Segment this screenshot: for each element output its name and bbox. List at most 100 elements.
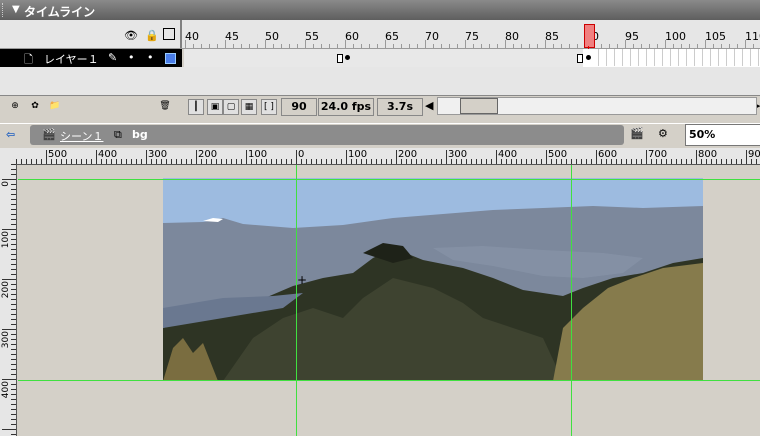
bg-landscape-image[interactable] <box>163 178 703 381</box>
frame-rate-box[interactable]: 24.0 fps <box>318 98 374 116</box>
breadcrumb-scene[interactable]: シーン１ <box>60 128 103 144</box>
edit-multiple-frames-icon[interactable]: ▦ <box>241 99 257 115</box>
lock-icon[interactable]: 🔒 <box>145 29 159 42</box>
ruler-v-label: 200 <box>1 281 11 299</box>
add-layer-icon[interactable]: ⊕ <box>8 99 22 113</box>
collapse-triangle-icon[interactable]: ▼ <box>12 4 20 15</box>
ruler-v-tick <box>11 249 16 250</box>
frame-number-label: 80 <box>505 30 519 43</box>
ruler-h-tick <box>561 159 562 164</box>
ruler-h-tick <box>331 159 332 164</box>
guide-horizontal[interactable] <box>18 380 760 381</box>
back-arrow-icon[interactable]: ⇦ <box>6 128 15 141</box>
empty-frame-cell[interactable] <box>679 49 687 66</box>
onion-markers-icon[interactable]: [ ] <box>261 99 277 115</box>
onion-skin-icon[interactable]: ▣ <box>207 99 223 115</box>
pencil-icon[interactable]: ✎ <box>108 51 117 64</box>
ruler-h-tick <box>721 159 722 164</box>
empty-frame-cell[interactable] <box>751 49 759 66</box>
empty-frame-cell[interactable] <box>647 49 655 66</box>
empty-frame-cell[interactable] <box>655 49 663 66</box>
vertical-ruler[interactable]: 0 100 200 300 400 <box>0 164 17 436</box>
guide-vertical[interactable] <box>296 165 297 436</box>
timeline-title-bar[interactable]: ▼ タイムライン <box>0 0 760 20</box>
ruler-h-tick <box>276 159 277 164</box>
onion-outline-icon[interactable]: ▢ <box>223 99 239 115</box>
ruler-h-tick <box>66 159 67 164</box>
ruler-h-tick <box>281 159 282 164</box>
empty-frame-cell[interactable] <box>607 49 615 66</box>
ruler-v-tick <box>11 359 16 360</box>
outline-color-swatch[interactable] <box>165 53 176 64</box>
frame-number-label: 40 <box>185 30 199 43</box>
ruler-h-tick <box>211 159 212 164</box>
ruler-h-tick <box>216 159 217 164</box>
empty-frame-cell[interactable] <box>671 49 679 66</box>
ruler-h-tick <box>681 159 682 164</box>
ruler-h-tick <box>406 159 407 164</box>
eye-icon[interactable]: 👁 <box>124 29 138 42</box>
ruler-v-tick <box>2 379 16 380</box>
guide-vertical[interactable] <box>571 165 572 436</box>
empty-frame-cell[interactable] <box>695 49 703 66</box>
ruler-v-tick <box>11 419 16 420</box>
empty-frame-cell[interactable] <box>599 49 607 66</box>
ruler-h-tick <box>581 159 582 164</box>
ruler-h-tick <box>226 159 227 164</box>
scroll-left-arrow-icon[interactable]: ◀ <box>425 99 433 112</box>
ruler-h-tick <box>371 159 372 164</box>
panel-grip[interactable] <box>2 3 6 17</box>
ruler-h-tick <box>36 159 37 164</box>
edit-symbol-icon[interactable]: ⚙ <box>658 127 668 140</box>
empty-frame-cell[interactable] <box>743 49 751 66</box>
empty-frame-cell[interactable] <box>711 49 719 66</box>
guide-horizontal[interactable] <box>18 179 760 180</box>
keyframe-end-marker[interactable] <box>577 54 583 63</box>
scrollbar-thumb[interactable] <box>460 98 498 114</box>
ruler-v-tick <box>11 414 16 415</box>
ruler-v-label: 0 <box>1 181 11 187</box>
lock-dot[interactable]: • <box>147 51 154 64</box>
keyframe-end-marker[interactable] <box>337 54 343 63</box>
ruler-h-tick <box>186 159 187 164</box>
timeline-empty-area <box>0 67 760 95</box>
ruler-h-tick <box>641 159 642 164</box>
timeline-horizontal-scrollbar[interactable] <box>437 97 757 115</box>
empty-frame-cell[interactable] <box>703 49 711 66</box>
elapsed-time-box: 3.7s <box>377 98 423 116</box>
empty-frame-cell[interactable] <box>735 49 743 66</box>
empty-frame-cell[interactable] <box>639 49 647 66</box>
empty-frame-cell[interactable] <box>663 49 671 66</box>
empty-frame-cell[interactable] <box>591 49 599 66</box>
outline-icon[interactable] <box>163 28 175 40</box>
empty-frame-cell[interactable] <box>631 49 639 66</box>
ruler-h-tick <box>606 159 607 164</box>
ruler-h-tick <box>421 159 422 164</box>
ruler-v-tick <box>11 274 16 275</box>
center-frame-icon[interactable]: ┃ <box>188 99 204 115</box>
keyframe[interactable] <box>345 55 350 60</box>
ruler-h-tick <box>396 150 397 164</box>
trash-icon[interactable]: 🗑 <box>158 99 172 113</box>
zoom-field[interactable]: 50% <box>685 124 760 146</box>
edit-scene-icon[interactable]: 🎬 <box>630 127 644 140</box>
empty-frame-cell[interactable] <box>687 49 695 66</box>
empty-frame-cell[interactable] <box>623 49 631 66</box>
playhead-marker[interactable] <box>584 24 595 48</box>
horizontal-ruler[interactable]: 500 400 300 200 100 0 100 200 300 400 500 600 700 800… <box>16 148 760 165</box>
add-folder-icon[interactable]: 📁 <box>48 99 62 113</box>
visibility-dot[interactable]: • <box>128 51 135 64</box>
ruler-v-tick <box>11 394 16 395</box>
add-motion-guide-icon[interactable]: ✿ <box>28 99 42 113</box>
frame-tick <box>417 44 418 48</box>
empty-frame-cell[interactable] <box>615 49 623 66</box>
ruler-h-tick <box>666 159 667 164</box>
empty-frame-cell[interactable] <box>719 49 727 66</box>
breadcrumb-symbol[interactable]: bg <box>132 128 148 141</box>
layer-row-1[interactable]: 🗋 レイヤー１ ✎ • • <box>0 49 182 67</box>
empty-frame-cell[interactable] <box>727 49 735 66</box>
frame-tick <box>569 44 570 48</box>
layer-name[interactable]: レイヤー１ <box>44 51 99 67</box>
frame-tick <box>721 44 722 48</box>
layer-frames[interactable] <box>184 49 760 68</box>
